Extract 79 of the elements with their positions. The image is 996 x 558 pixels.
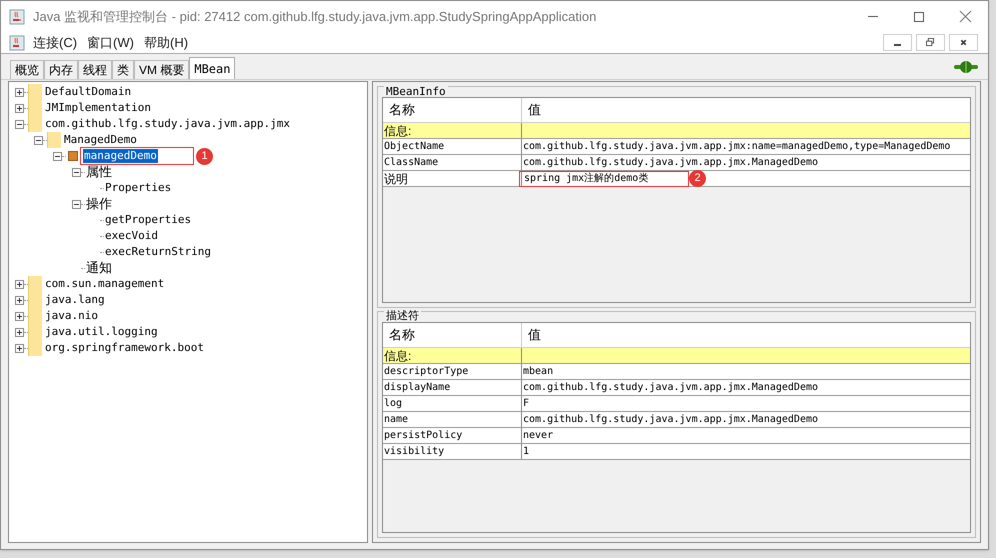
table-cell: ClassName	[383, 155, 522, 170]
cube-icon	[68, 151, 78, 161]
tab[interactable]: VM 概要	[134, 60, 190, 79]
menu-item[interactable]: 窗口(W)	[87, 32, 134, 52]
group-title: MBeanInfo	[384, 86, 448, 97]
table-cell-text: 1	[523, 445, 530, 459]
table-cell-text: com.github.lfg.study.java.jvm.app.jmx.ManagedDemo	[523, 413, 818, 427]
tree-item[interactable]: com.github.lfg.study.java.jvm.app.jmx	[44, 117, 292, 131]
tree-item[interactable]: java.util.logging	[44, 325, 159, 339]
tree-item[interactable]: org.springframework.boot	[44, 341, 205, 355]
folder-icon	[47, 132, 61, 148]
table-cell: log	[383, 396, 522, 411]
minimize-button[interactable]	[883, 34, 912, 51]
expand-icon[interactable]	[15, 344, 24, 352]
tab[interactable]: 内存	[44, 60, 78, 79]
expand-icon[interactable]	[15, 280, 24, 288]
table-cell-text: com.github.lfg.study.java.jvm.app.jmx.ManagedDemo	[523, 381, 818, 395]
table-cell: persistPolicy	[383, 428, 522, 443]
expand-icon[interactable]	[15, 312, 24, 320]
column-header[interactable]: 值	[522, 98, 970, 122]
table-cell: 信息:	[383, 348, 522, 363]
tree-item[interactable]: ManagedDemo	[63, 133, 138, 147]
window-title: Java 监视和管理控制台 - pid: 27412 com.github.lfg.study.java.jvm.app.StudySpringAppApplication	[33, 8, 596, 26]
tree-item[interactable]: managedDemo	[83, 149, 158, 163]
table-cell: 信息:	[383, 123, 522, 138]
callout-badge: 2	[689, 170, 706, 187]
table-cell: descriptorType	[383, 364, 522, 379]
tree-item[interactable]: com.sun.management	[44, 277, 166, 291]
folder-icon	[28, 276, 42, 292]
collapse-icon[interactable]	[72, 168, 81, 176]
expand-icon[interactable]	[15, 88, 24, 96]
tree-item[interactable]: getProperties	[104, 213, 192, 227]
table-cell-text: mbean	[523, 365, 554, 379]
collapse-icon[interactable]	[15, 120, 24, 128]
tree-item[interactable]: JMImplementation	[44, 101, 152, 115]
tree-item[interactable]: execVoid	[104, 229, 159, 243]
tab[interactable]: MBean	[189, 57, 236, 79]
connection-plug-icon	[954, 61, 978, 73]
column-header[interactable]: 名称	[383, 323, 522, 347]
tab[interactable]: 概览	[10, 60, 44, 79]
table-cell-text: spring jmx注解的demo类	[524, 172, 648, 186]
table-cell-text: com.github.lfg.study.java.jvm.app.jmx:name=managedDemo,type=ManagedDemo	[523, 140, 950, 154]
tab[interactable]: 线程	[78, 60, 112, 79]
close-button[interactable]	[949, 34, 978, 51]
restore-button[interactable]	[916, 34, 945, 51]
menu-item[interactable]: 帮助(H)	[144, 32, 188, 52]
table-cell-text: F	[523, 397, 530, 411]
table-cell: name	[383, 412, 522, 427]
tree-item[interactable]: Properties	[104, 181, 172, 195]
folder-icon	[28, 340, 42, 356]
tree-item[interactable]: DefaultDomain	[44, 85, 132, 99]
group-title: 描述符	[384, 311, 421, 322]
tree-item[interactable]: execReturnString	[104, 245, 212, 259]
callout-badge: 1	[196, 148, 213, 164]
expand-icon[interactable]	[15, 328, 24, 336]
table-cell-text: com.github.lfg.study.java.jvm.app.jmx.ManagedDemo	[523, 156, 818, 170]
table-cell: ObjectName	[383, 139, 522, 154]
table-cell: visibility	[383, 444, 522, 459]
folder-icon	[28, 84, 42, 100]
expand-icon[interactable]	[15, 296, 24, 304]
column-header[interactable]: 值	[522, 323, 970, 347]
java-cup-icon	[9, 8, 25, 24]
folder-icon	[28, 116, 42, 132]
table-cell: 说明	[383, 171, 522, 186]
java-cup-icon	[9, 34, 25, 50]
tree-item[interactable]: java.lang	[44, 293, 106, 307]
collapse-icon[interactable]	[34, 136, 43, 144]
tree-item[interactable]: 属性	[85, 165, 113, 179]
collapse-icon[interactable]	[72, 200, 81, 208]
table-cell-text: never	[523, 429, 554, 443]
tree-item[interactable]: 通知	[85, 261, 113, 275]
tab[interactable]: 类	[112, 60, 134, 79]
collapse-icon[interactable]	[53, 152, 62, 160]
expand-icon[interactable]	[15, 104, 24, 112]
column-header[interactable]: 名称	[383, 98, 522, 122]
tree-item[interactable]: java.nio	[44, 309, 99, 323]
menu-item[interactable]: 连接(C)	[33, 32, 78, 52]
tree-item[interactable]: 操作	[85, 197, 113, 211]
table-cell: displayName	[383, 380, 522, 395]
